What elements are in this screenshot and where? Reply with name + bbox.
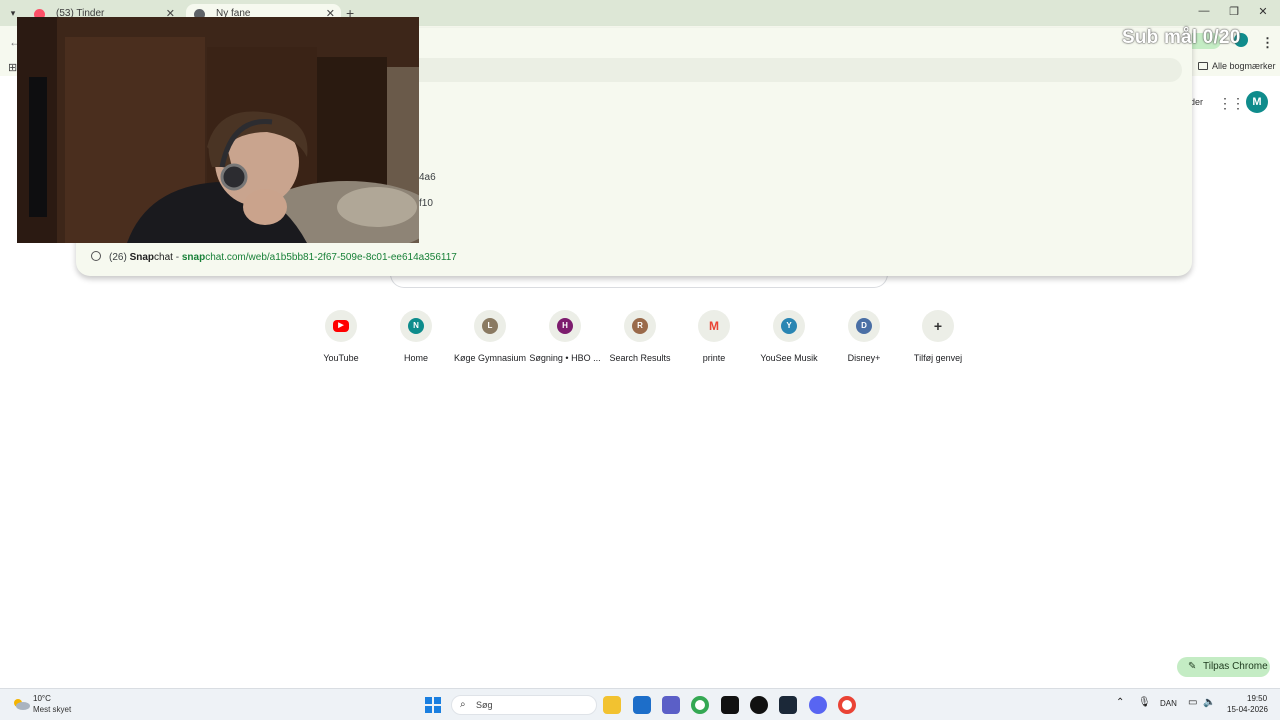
weather-description[interactable]: Mest skyet [33, 705, 71, 714]
taskbar-search[interactable]: ⌕ Søg [451, 695, 597, 715]
shortcut-label: YouTube [323, 353, 359, 363]
globe-icon [91, 251, 101, 261]
app-k-icon[interactable] [750, 696, 768, 714]
profile-avatar[interactable]: M [1246, 91, 1268, 113]
windows-taskbar: 10°C Mest skyet ⌕ Søg ⌃ 🎙 DAN ▭ 🔈 19:50 … [0, 688, 1280, 720]
shortcut-tile[interactable]: ▶ YouTube [303, 310, 379, 363]
shortcut-circle: H [549, 310, 581, 342]
suggestion-count: (26) [109, 252, 127, 263]
customize-chrome-label: Tilpas Chrome [1203, 661, 1268, 672]
stream-overlay-text: Sub mål 0/20 [1122, 27, 1241, 48]
chrome-profile-icon[interactable] [838, 696, 856, 714]
shortcut-tile[interactable]: H Søgning • HBO ... [527, 310, 603, 363]
menu-kebab-icon[interactable]: ⋮ [1261, 35, 1274, 51]
taskbar-search-label: Søg [476, 700, 493, 710]
file-explorer-icon[interactable] [603, 696, 621, 714]
shortcut-label: Køge Gymnasium [453, 353, 527, 363]
gmail-icon: M [709, 319, 719, 333]
shortcut-circle: D [848, 310, 880, 342]
shortcut-circle: R [624, 310, 656, 342]
shortcut-label: YouSee Musik [760, 353, 818, 363]
letter-l-icon: L [482, 318, 498, 334]
apps-grid-icon[interactable]: ⊞ [8, 61, 17, 74]
webcam-image [17, 17, 419, 243]
suggestion-fragment[interactable]: 4a6 [419, 172, 436, 183]
volume-icon[interactable]: 🔈 [1203, 697, 1215, 708]
steam-icon[interactable] [779, 696, 797, 714]
letter-h-icon: H [557, 318, 573, 334]
chrome-taskbar-icon[interactable] [691, 696, 709, 714]
suggestion-title-rest: chat [154, 252, 173, 263]
customize-chrome-button[interactable]: ✎ Tilpas Chrome [1177, 657, 1270, 677]
all-bookmarks-button[interactable]: Alle bogmærker [1198, 61, 1276, 71]
shortcut-label: Tilføj genvej [913, 353, 963, 363]
folder-icon [1198, 62, 1208, 70]
shortcut-label: printe [702, 353, 726, 363]
shortcut-tile[interactable]: Y YouSee Musik [751, 310, 827, 363]
shortcut-tile[interactable]: D Disney+ [826, 310, 902, 363]
suggestion-url-rest: chat.com/web/a1b5bb81-2f67-509e-8c01-ee6… [205, 252, 457, 263]
clock-date[interactable]: 15-04-2026 [1227, 705, 1268, 714]
shortcut-label: Search Results [609, 353, 671, 363]
clock-time[interactable]: 19:50 [1247, 694, 1267, 703]
shortcut-tile[interactable]: R Search Results [602, 310, 678, 363]
microphone-icon[interactable]: 🎙 [1138, 697, 1151, 708]
shortcut-tile[interactable]: L Køge Gymnasium [452, 310, 528, 363]
microsoft-store-icon[interactable] [633, 696, 651, 714]
shortcut-label: Home [403, 353, 428, 363]
suggestion-url: snapchat.com/web/a1b5bb81-2f67-509e-8c01… [182, 252, 457, 263]
discord-icon[interactable] [809, 696, 827, 714]
pencil-icon: ✎ [1188, 661, 1197, 672]
shortcut-label: Søgning • HBO ... [529, 353, 601, 363]
shortcut-circle: ▶ [325, 310, 357, 342]
cloudy-weather-icon[interactable] [12, 697, 30, 711]
language-indicator[interactable]: DAN [1160, 699, 1177, 708]
suggestion-title-bold: Snap [129, 252, 155, 263]
plus-icon: + [933, 318, 943, 334]
shortcut-circle: L [474, 310, 506, 342]
shortcut-tile[interactable]: Mprinte [676, 310, 752, 363]
youtube-icon: ▶ [333, 320, 349, 332]
weather-temperature[interactable]: 10°C [33, 694, 51, 703]
shortcut-circle: M [698, 310, 730, 342]
tray-chevron-up-icon[interactable]: ⌃ [1116, 697, 1124, 708]
maximize-icon[interactable]: ❐ [1227, 5, 1241, 18]
shortcut-tile[interactable]: + Tilføj genvej [900, 310, 976, 363]
shortcut-circle: + [922, 310, 954, 342]
network-icon[interactable]: ▭ [1188, 697, 1197, 708]
windows-start-icon[interactable] [425, 697, 441, 713]
shortcut-label: Disney+ [847, 353, 881, 363]
letter-d-icon: D [856, 318, 872, 334]
minimize-icon[interactable]: — [1197, 5, 1211, 17]
webcam-overlay [17, 17, 419, 243]
all-bookmarks-label: Alle bogmærker [1212, 61, 1276, 71]
shortcut-circle: Y [773, 310, 805, 342]
teams-icon[interactable] [662, 696, 680, 714]
suggestion-fragment[interactable]: f10 [419, 198, 433, 209]
omnibox-suggestion-snapchat[interactable]: (26) Snapchat - snapchat.com/web/a1b5bb8… [91, 251, 457, 263]
app-a-icon[interactable] [721, 696, 739, 714]
letter-y-icon: Y [781, 318, 797, 334]
suggestion-url-bold: snap [181, 252, 206, 263]
shortcut-circle: N [400, 310, 432, 342]
suggestion-separator: - [175, 252, 180, 263]
close-window-icon[interactable]: ✕ [1256, 5, 1270, 18]
letter-n-icon: N [408, 318, 424, 334]
search-icon: ⌕ [460, 699, 466, 710]
shortcut-tile[interactable]: N Home [378, 310, 454, 363]
letter-r-icon: R [632, 318, 648, 334]
